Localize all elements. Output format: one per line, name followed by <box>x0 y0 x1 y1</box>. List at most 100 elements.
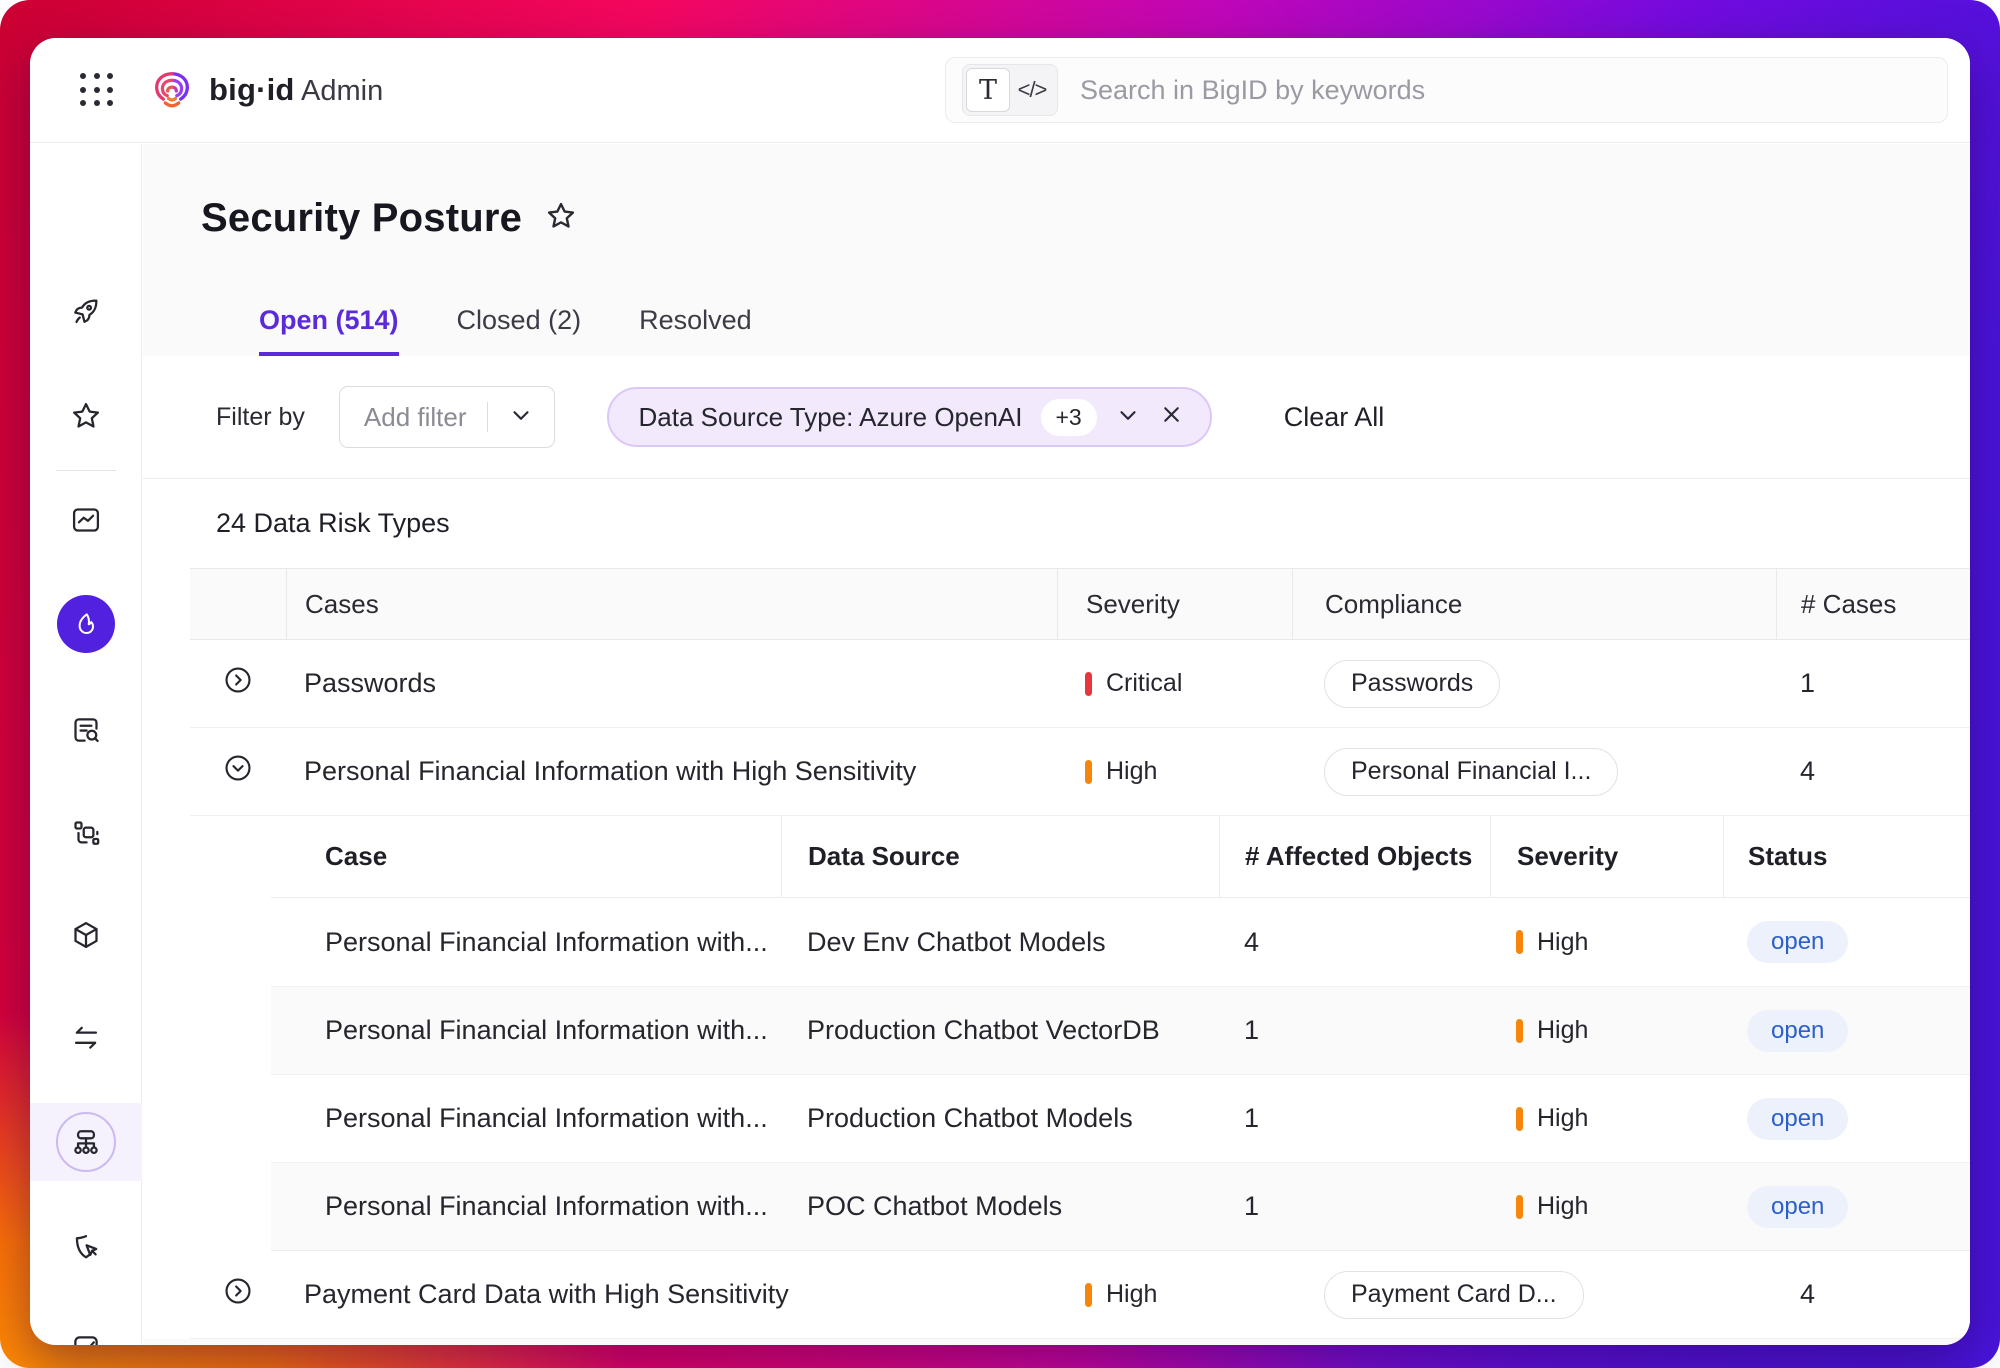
clear-all-button[interactable]: Clear All <box>1284 402 1385 433</box>
sub-data-source: Dev Env Chatbot Models <box>781 927 1219 958</box>
case-name: Passwords <box>286 668 1057 699</box>
column-header-compliance[interactable]: Compliance <box>1292 569 1776 639</box>
column-header-cases[interactable]: Cases <box>286 569 1057 639</box>
sub-table-row[interactable]: Personal Financial Information with... D… <box>271 898 1970 986</box>
expand-column-header <box>190 569 286 639</box>
app-launcher-icon[interactable] <box>75 68 119 112</box>
sidebar-item-tasks[interactable] <box>30 1320 142 1345</box>
tab-open[interactable]: Open (514) <box>259 305 399 356</box>
divider <box>487 402 488 432</box>
severity-high-indicator <box>1516 1019 1523 1043</box>
filter-chip-data-source-type[interactable]: Data Source Type: Azure OpenAI +3 <box>607 387 1212 447</box>
table-row-personal-financial[interactable]: Personal Financial Information with High… <box>190 728 1970 816</box>
table-row-payment-card[interactable]: Payment Card Data with High Sensitivity … <box>190 1251 1970 1339</box>
tab-closed[interactable]: Closed (2) <box>457 305 582 356</box>
table-header: Cases Severity Compliance # Cases <box>190 568 1970 640</box>
sub-table-row[interactable]: Personal Financial Information with... P… <box>271 1162 1970 1250</box>
sidebar-nav <box>30 144 142 1345</box>
status-badge-open[interactable]: open <box>1747 921 1848 963</box>
sub-column-status[interactable]: Status <box>1723 816 1970 897</box>
sidebar-item-inventory[interactable] <box>30 907 142 963</box>
active-indicator <box>57 595 115 653</box>
checkbox-check-icon <box>69 1331 103 1345</box>
sidebar-item-dashboard[interactable] <box>30 492 142 548</box>
sub-column-data-source[interactable]: Data Source <box>781 816 1219 897</box>
text-search-toggle[interactable]: T <box>966 68 1010 112</box>
content-card: Filter by Add filter Data Source Type: A… <box>143 356 1970 1339</box>
sub-affected-count: 1 <box>1219 1015 1490 1046</box>
favorite-star-icon[interactable] <box>544 199 578 238</box>
risk-types-table: Cases Severity Compliance # Cases Passwo… <box>190 568 1970 1339</box>
page-title: Security Posture <box>201 196 522 241</box>
column-header-num-cases[interactable]: # Cases <box>1776 569 1970 639</box>
sidebar-item-getting-started[interactable] <box>30 283 142 339</box>
sub-affected-count: 4 <box>1219 927 1490 958</box>
app-window: big·id Admin T </> <box>30 38 1970 1345</box>
hover-ring <box>56 1112 116 1172</box>
sub-column-affected[interactable]: # Affected Objects <box>1219 816 1490 897</box>
brand-logo[interactable]: big·id Admin <box>149 67 383 113</box>
sub-data-source: POC Chatbot Models <box>781 1191 1219 1222</box>
sub-case-name: Personal Financial Information with... <box>271 927 781 958</box>
severity-high-indicator <box>1516 1107 1523 1131</box>
expand-row-icon[interactable] <box>222 664 254 703</box>
severity-label: High <box>1537 928 1588 957</box>
sidebar-divider <box>56 470 116 471</box>
sub-column-case[interactable]: Case <box>271 816 781 897</box>
sidebar-item-actions[interactable] <box>30 1219 142 1275</box>
expand-row-icon[interactable] <box>222 1275 254 1314</box>
sub-column-severity[interactable]: Severity <box>1490 816 1723 897</box>
status-badge-open[interactable]: open <box>1747 1010 1848 1052</box>
classification-icon <box>69 816 103 850</box>
add-filter-dropdown[interactable]: Add filter <box>339 386 555 448</box>
sub-data-source: Production Chatbot Models <box>781 1103 1219 1134</box>
num-cases-value: 4 <box>1776 1279 1970 1310</box>
status-badge-open[interactable]: open <box>1747 1098 1848 1140</box>
sidebar-item-security-posture-active[interactable] <box>30 596 142 652</box>
search-input[interactable] <box>1080 75 1931 106</box>
brand-gradient-frame: big·id Admin T </> <box>0 0 2000 1368</box>
hierarchy-icon <box>69 1125 103 1159</box>
transfer-arrows-icon <box>69 1021 103 1055</box>
table-row-passwords[interactable]: Passwords Critical Passwords 1 <box>190 640 1970 728</box>
collapse-row-icon[interactable] <box>222 752 254 791</box>
sub-affected-count: 1 <box>1219 1191 1490 1222</box>
sub-affected-count: 1 <box>1219 1103 1490 1134</box>
sidebar-item-reports[interactable] <box>30 702 142 758</box>
sidebar-item-hierarchy-hovered[interactable] <box>30 1103 142 1181</box>
chevron-down-icon[interactable] <box>1115 402 1141 433</box>
severity-high-indicator <box>1085 1283 1092 1307</box>
sub-case-name: Personal Financial Information with... <box>271 1103 781 1134</box>
filter-bar: Filter by Add filter Data Source Type: A… <box>143 356 1970 478</box>
cases-sub-table: Case Data Source # Affected Objects Seve… <box>271 816 1970 1251</box>
filter-by-label: Filter by <box>216 403 305 432</box>
global-search[interactable]: T </> <box>945 57 1948 123</box>
compliance-pill: Personal Financial I... <box>1324 748 1618 796</box>
summary-row: 24 Data Risk Types <box>143 478 1970 568</box>
sub-case-name: Personal Financial Information with... <box>271 1015 781 1046</box>
sub-case-name: Personal Financial Information with... <box>271 1191 781 1222</box>
tab-resolved[interactable]: Resolved <box>639 305 752 356</box>
sidebar-item-classification[interactable] <box>30 805 142 861</box>
main-content: Security Posture Open (514) Closed (2) R… <box>143 144 1970 1345</box>
sub-table-row[interactable]: Personal Financial Information with... P… <box>271 986 1970 1074</box>
compliance-pill: Passwords <box>1324 660 1500 708</box>
risk-types-count: 24 Data Risk Types <box>216 508 450 539</box>
brand-name: big·id <box>209 72 295 107</box>
status-badge-open[interactable]: open <box>1747 1186 1848 1228</box>
cube-icon <box>69 918 103 952</box>
severity-high-indicator <box>1516 930 1523 954</box>
column-header-severity[interactable]: Severity <box>1057 569 1292 639</box>
top-bar: big·id Admin T </> <box>30 38 1970 143</box>
filter-chip-text: Data Source Type: Azure OpenAI <box>639 402 1023 433</box>
sidebar-item-favorites[interactable] <box>30 388 142 444</box>
severity-label: Critical <box>1106 669 1182 698</box>
severity-critical-indicator <box>1085 672 1092 696</box>
sub-table-row[interactable]: Personal Financial Information with... P… <box>271 1074 1970 1162</box>
remove-filter-icon[interactable] <box>1159 402 1184 432</box>
sub-data-source: Production Chatbot VectorDB <box>781 1015 1219 1046</box>
compliance-pill: Payment Card D... <box>1324 1271 1584 1319</box>
case-name: Payment Card Data with High Sensitivity <box>286 1279 1057 1310</box>
sidebar-item-data-flows[interactable] <box>30 1010 142 1066</box>
code-search-toggle[interactable]: </> <box>1010 68 1054 112</box>
